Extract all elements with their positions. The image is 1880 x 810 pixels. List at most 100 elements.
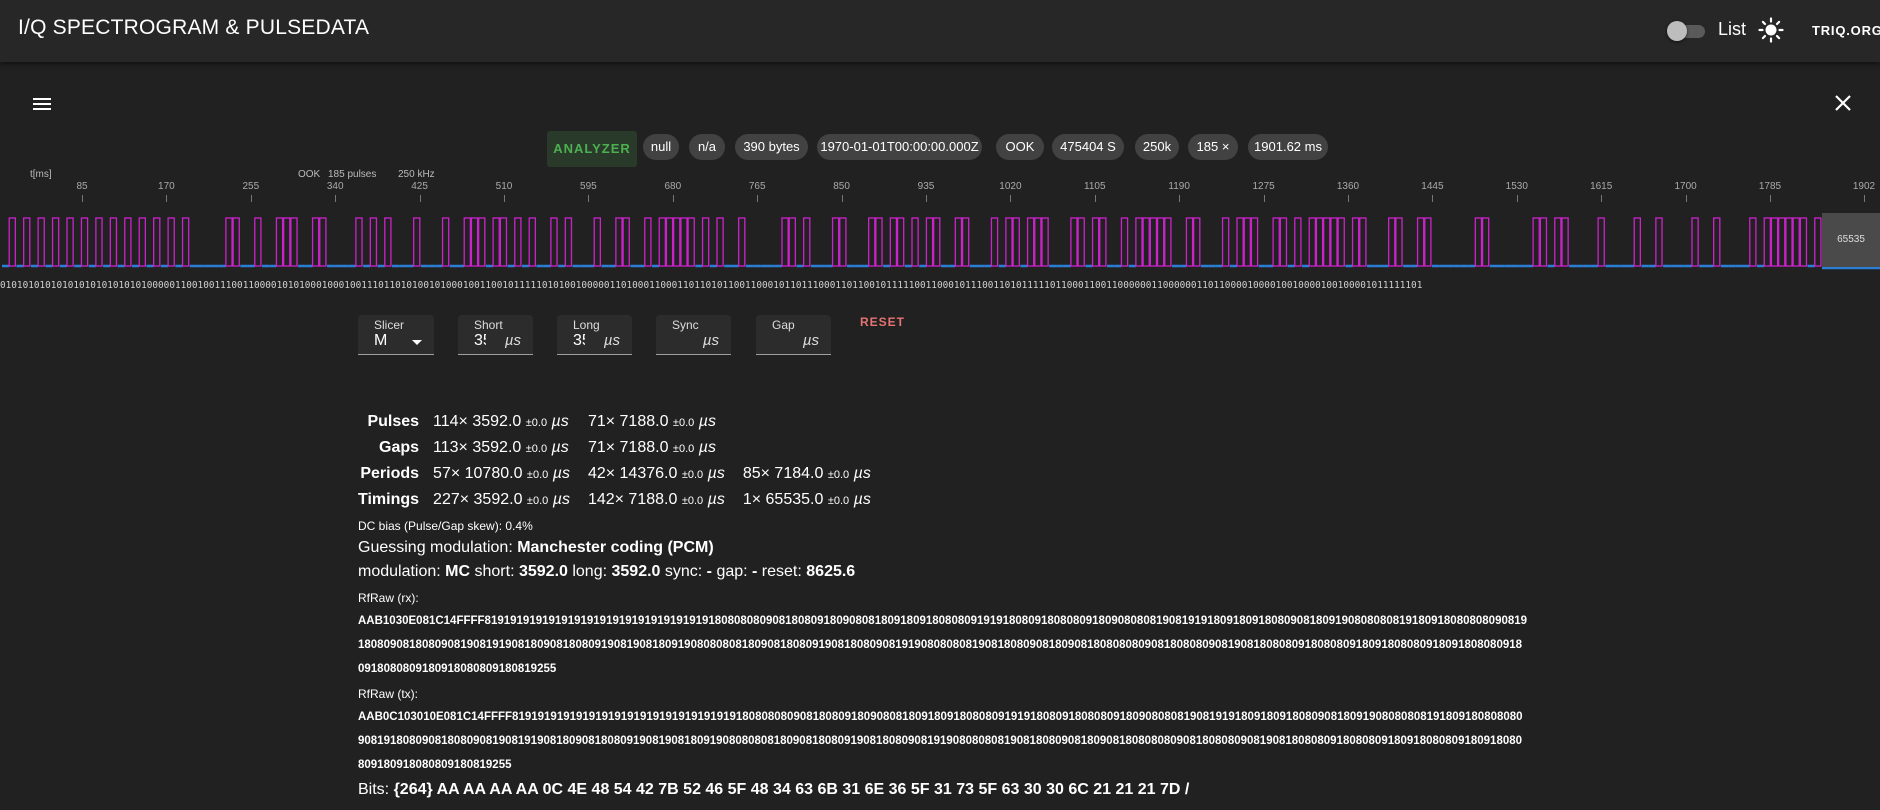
stats-cell: 42× 14376.0 ±0.0 µs — [587, 465, 725, 482]
pulse-mark — [738, 217, 746, 267]
bit-string: 0101010101010101010101010100000110010011… — [0, 280, 1423, 291]
long-label: Long — [573, 318, 600, 332]
pulse-mark — [788, 217, 797, 267]
pulse-mark — [275, 217, 284, 267]
pulse-mark — [478, 217, 486, 267]
pulse-mark — [138, 217, 147, 267]
pulse-mark — [225, 217, 233, 267]
pulse-mark — [1561, 217, 1569, 267]
sync-label: Sync — [672, 318, 699, 332]
stats-cell: 142× 7188.0 ±0.0 µs — [587, 491, 725, 508]
pulse-mark — [868, 217, 876, 267]
pulse-mark — [1156, 217, 1165, 267]
timing-stats-table: Pulses 114× 3592.0 ±0.0 µs 71× 7188.0 ±0… — [358, 409, 889, 513]
pulse-signal-view[interactable]: 65535 — [0, 213, 1880, 273]
chip-name: null — [643, 134, 679, 160]
chip-timestamp: 1970-01-01T00:00:00.000Z — [817, 134, 982, 160]
slicer-label: Slicer — [374, 318, 405, 332]
pulse-mark — [1778, 217, 1786, 267]
brand-link[interactable]: TRIQ.ORG — [1812, 23, 1880, 38]
pulse-mark — [1388, 217, 1396, 267]
long-field[interactable]: Long 3592 µs — [557, 315, 632, 355]
tick-mark — [926, 195, 927, 202]
pulse-mark — [1243, 217, 1252, 267]
short-value[interactable]: 3592 — [474, 332, 486, 350]
gap-field[interactable]: Gap µs — [756, 315, 831, 355]
tick-label: 935 — [917, 181, 935, 192]
brightness-icon[interactable] — [1758, 17, 1784, 43]
pulse-mark — [153, 217, 161, 267]
modulation-label: OOK — [298, 169, 321, 180]
reset-button[interactable]: RESET — [860, 315, 905, 329]
pulse-mark — [1554, 217, 1562, 267]
list-toggle[interactable] — [1667, 21, 1707, 41]
tick-mark — [1179, 195, 1181, 202]
bits-text: Bits: {264} AA AA AA AA 0C 4E 48 54 42 7… — [358, 781, 1190, 798]
tick-mark — [1685, 195, 1687, 202]
row-label: Timings — [358, 491, 420, 508]
pulse-mark — [441, 217, 450, 267]
row-label: Pulses — [367, 413, 420, 430]
pulse-mark — [1633, 217, 1642, 267]
pulse-mark — [593, 217, 602, 267]
guess-modulation-text: Guessing modulation: Manchester coding (… — [358, 539, 714, 556]
pulse-mark — [1763, 217, 1772, 267]
time-ruler: t[ms] OOK 185 pulses 250 kHz 85 170 255 340… — [0, 167, 1880, 215]
pulse-mark — [673, 217, 681, 267]
menu-icon[interactable] — [30, 92, 54, 116]
rfraw-tx-label: RfRaw (tx): — [358, 687, 418, 701]
pulse-mark — [954, 217, 963, 267]
pulses-label: 185 pulses — [328, 169, 377, 180]
pulse-mark — [1272, 217, 1280, 267]
analyzer-button[interactable]: ANALYZER — [547, 131, 637, 167]
chip-size: 390 bytes — [735, 134, 808, 160]
stats-cell: 71× 7188.0 ±0.0 µs — [587, 413, 716, 430]
tick-mark — [419, 195, 421, 202]
pulse-mark — [37, 217, 45, 267]
app-bar: I/Q SPECTROGRAM & PULSEDATA List TRIQ.OR… — [0, 0, 1880, 62]
pulse-mark — [933, 217, 941, 267]
time-unit-label: t[ms] — [30, 169, 52, 180]
pulse-mark — [622, 217, 630, 267]
chip-duration: 1901.62 ms — [1248, 134, 1328, 160]
tick-mark — [588, 195, 590, 202]
slicer-select[interactable]: Slicer M — [358, 315, 434, 355]
pulse-mark — [1149, 217, 1158, 267]
sync-field[interactable]: Sync µs — [656, 315, 731, 355]
rfraw-rx-value: AAB1030E081C14FFFF8191919191919191919191… — [358, 615, 1528, 675]
tick-label: 1785 — [1758, 181, 1782, 192]
pulse-mark — [1315, 217, 1324, 267]
stats-row-periods: Periods 57× 10780.0 ±0.0 µs 42× 14376.0 … — [358, 461, 889, 487]
tick-mark — [504, 195, 505, 202]
pulse-mark — [831, 217, 840, 267]
tick-label: 595 — [580, 181, 597, 192]
pulse-mark — [1597, 217, 1605, 267]
pulse-mark — [1749, 217, 1757, 267]
pulse-mark — [1416, 217, 1425, 267]
pulse-mark — [413, 217, 421, 267]
long-value[interactable]: 3592 — [573, 332, 585, 350]
tick-label: 340 — [326, 181, 344, 192]
tick-label: 1360 — [1336, 181, 1360, 192]
pulse-mark — [1041, 217, 1049, 267]
amplitude-label: 65535 — [1837, 234, 1865, 245]
pulse-mark — [1091, 217, 1100, 267]
pulse-mark — [1077, 217, 1085, 267]
pulse-mark — [550, 217, 558, 267]
tick-label: 1445 — [1421, 181, 1444, 192]
pulse-mark — [1012, 217, 1020, 267]
pulse-mark — [514, 217, 522, 267]
pulse-mark — [781, 217, 789, 267]
tick-label: 1105 — [1084, 181, 1106, 192]
short-field[interactable]: Short 3592 µs — [458, 315, 533, 355]
close-icon[interactable] — [1830, 90, 1856, 116]
pulse-mark — [254, 217, 262, 267]
stats-cell: 85× 7184.0 ±0.0 µs — [742, 465, 871, 482]
pulse-mark — [990, 217, 999, 267]
tick-label: 1275 — [1252, 181, 1275, 192]
pulse-mark — [463, 217, 472, 267]
pulse-mark — [1034, 217, 1042, 267]
chip-modulation: OOK — [996, 134, 1044, 160]
pulse-mark — [665, 217, 674, 267]
pulse-mark — [1164, 217, 1172, 267]
